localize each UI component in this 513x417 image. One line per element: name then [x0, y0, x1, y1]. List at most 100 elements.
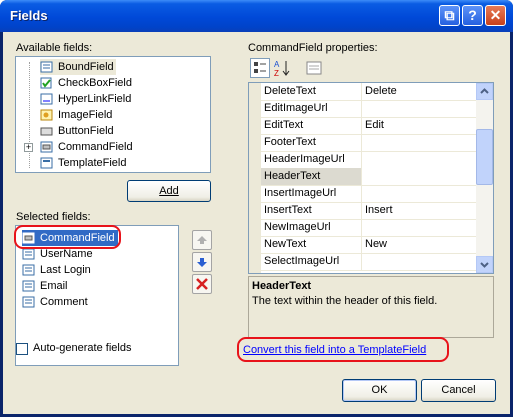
title-bar[interactable]: Fields ⧉ ? ✕ — [0, 0, 513, 32]
image-field-icon — [40, 109, 53, 121]
property-row-deletetext[interactable]: DeleteText Delete — [261, 83, 476, 101]
boundfield-icon — [40, 61, 53, 73]
property-grid-scrollbar[interactable] — [476, 83, 493, 273]
move-up-button[interactable] — [192, 230, 212, 250]
cancel-button[interactable]: Cancel — [421, 379, 496, 402]
categorized-button[interactable] — [250, 58, 270, 78]
add-button[interactable]: Add — [127, 180, 211, 202]
boundfield-icon — [22, 264, 35, 276]
tree-item-checkboxfield[interactable]: CheckBoxField — [40, 75, 132, 91]
property-row-newtext[interactable]: NewText New — [261, 236, 476, 254]
property-value[interactable]: Insert — [362, 202, 476, 219]
selected-item-email[interactable]: Email — [22, 278, 68, 294]
boundfield-icon — [22, 280, 35, 292]
property-value[interactable] — [362, 151, 476, 168]
property-grid-margin — [249, 83, 261, 273]
selected-item-last-login[interactable]: Last Login — [22, 262, 91, 278]
selected-item-label: UserName — [40, 248, 93, 260]
property-row-headertext[interactable]: HeaderText — [261, 168, 476, 186]
property-name: NewText — [261, 236, 362, 253]
property-row-editimageurl[interactable]: EditImageUrl — [261, 100, 476, 118]
property-row-headerimageurl[interactable]: HeaderImageUrl — [261, 151, 476, 169]
selected-item-label: Email — [40, 280, 68, 292]
arrow-down-icon — [197, 258, 207, 267]
property-name: EditText — [261, 117, 362, 134]
property-grid[interactable]: DeleteText Delete EditImageUrl EditText Ed… — [248, 82, 494, 274]
property-row-newimageurl[interactable]: NewImageUrl — [261, 219, 476, 237]
property-value[interactable] — [362, 134, 476, 151]
property-name: InsertImageUrl — [261, 185, 362, 202]
tree-item-imagefield[interactable]: ImageField — [40, 107, 112, 123]
property-row-insertimageurl[interactable]: InsertImageUrl — [261, 185, 476, 203]
property-row-inserttext[interactable]: InsertText Insert — [261, 202, 476, 220]
selected-fields-label: Selected fields: — [16, 211, 91, 223]
checkbox-field-icon — [40, 77, 53, 89]
svg-text:A: A — [274, 60, 280, 69]
tree-item-commandfield[interactable]: CommandField — [40, 139, 133, 155]
boundfield-icon — [22, 296, 35, 308]
property-name: EditImageUrl — [261, 100, 362, 117]
hyperlink-field-icon — [40, 93, 53, 105]
property-row-edittext[interactable]: EditText Edit — [261, 117, 476, 135]
property-value[interactable] — [362, 100, 476, 117]
selected-item-comment[interactable]: Comment — [22, 294, 88, 310]
scroll-thumb[interactable] — [476, 129, 493, 185]
categorized-icon — [254, 62, 266, 73]
property-value[interactable]: Delete — [362, 83, 476, 100]
command-field-icon — [40, 141, 53, 153]
autogenerate-checkbox[interactable] — [16, 343, 28, 355]
template-field-icon — [40, 157, 53, 169]
description-title: HeaderText — [252, 280, 312, 292]
property-pages-button[interactable] — [304, 58, 324, 78]
tree-item-label: ImageField — [58, 109, 113, 121]
property-value[interactable] — [362, 185, 476, 202]
property-description-panel: HeaderText The text within the header of… — [248, 276, 494, 338]
property-name: InsertText — [261, 202, 362, 219]
properties-label: CommandField properties: — [248, 42, 378, 54]
property-name: SelectImageUrl — [261, 253, 362, 270]
ok-button[interactable]: OK — [342, 379, 417, 402]
move-down-button[interactable] — [192, 252, 212, 272]
property-name: DeleteText — [261, 83, 362, 100]
expand-commandfield-toggle[interactable]: + — [24, 143, 33, 152]
property-name: FooterText — [261, 134, 362, 151]
tree-item-label: CheckBoxField — [58, 77, 132, 89]
dialog-body: Available fields: BoundField CheckBoxFie… — [3, 32, 510, 414]
tree-item-label: TemplateField — [58, 157, 127, 169]
available-fields-tree[interactable]: BoundField CheckBoxField HyperLinkField … — [15, 56, 211, 173]
close-button[interactable]: ✕ — [485, 5, 506, 26]
property-value[interactable]: Edit — [362, 117, 476, 134]
add-button-label: Add — [159, 185, 179, 197]
window-title: Fields — [10, 8, 48, 23]
tree-item-templatefield[interactable]: TemplateField — [40, 155, 126, 171]
property-value[interactable] — [362, 253, 476, 270]
autogenerate-label: Auto-generate fields — [33, 342, 132, 354]
property-value[interactable] — [362, 168, 476, 185]
property-value[interactable]: New — [362, 236, 476, 253]
tree-item-label: CommandField — [58, 141, 133, 153]
boundfield-icon — [22, 248, 35, 260]
chevron-down-icon — [480, 262, 489, 268]
annotation-highlight-commandfield — [14, 225, 121, 249]
delete-field-button[interactable] — [192, 274, 212, 294]
property-row-selectimageurl[interactable]: SelectImageUrl — [261, 253, 476, 271]
fields-dialog: Fields ⧉ ? ✕ Available fields: BoundFiel… — [0, 0, 513, 417]
button-field-icon — [40, 125, 53, 137]
tree-item-hyperlinkfield[interactable]: HyperLinkField — [40, 91, 131, 107]
help-button[interactable]: ? — [462, 5, 483, 26]
property-name: HeaderImageUrl — [261, 151, 362, 168]
description-text: The text within the header of this field… — [252, 295, 438, 307]
tree-item-buttonfield[interactable]: ButtonField — [40, 123, 114, 139]
alphabetical-button[interactable]: AZ — [272, 58, 292, 78]
scroll-down-button[interactable] — [476, 256, 493, 273]
property-row-footertext[interactable]: FooterText — [261, 134, 476, 152]
svg-text:Z: Z — [274, 69, 279, 78]
property-pages-icon — [306, 61, 322, 75]
chevron-up-icon — [480, 88, 489, 94]
property-value[interactable] — [362, 219, 476, 236]
scroll-up-button[interactable] — [476, 83, 493, 100]
tree-item-boundfield[interactable]: BoundField — [40, 59, 116, 75]
property-name: NewImageUrl — [261, 219, 362, 236]
selected-item-label: Comment — [40, 296, 88, 308]
restore-button[interactable]: ⧉ — [439, 5, 460, 26]
